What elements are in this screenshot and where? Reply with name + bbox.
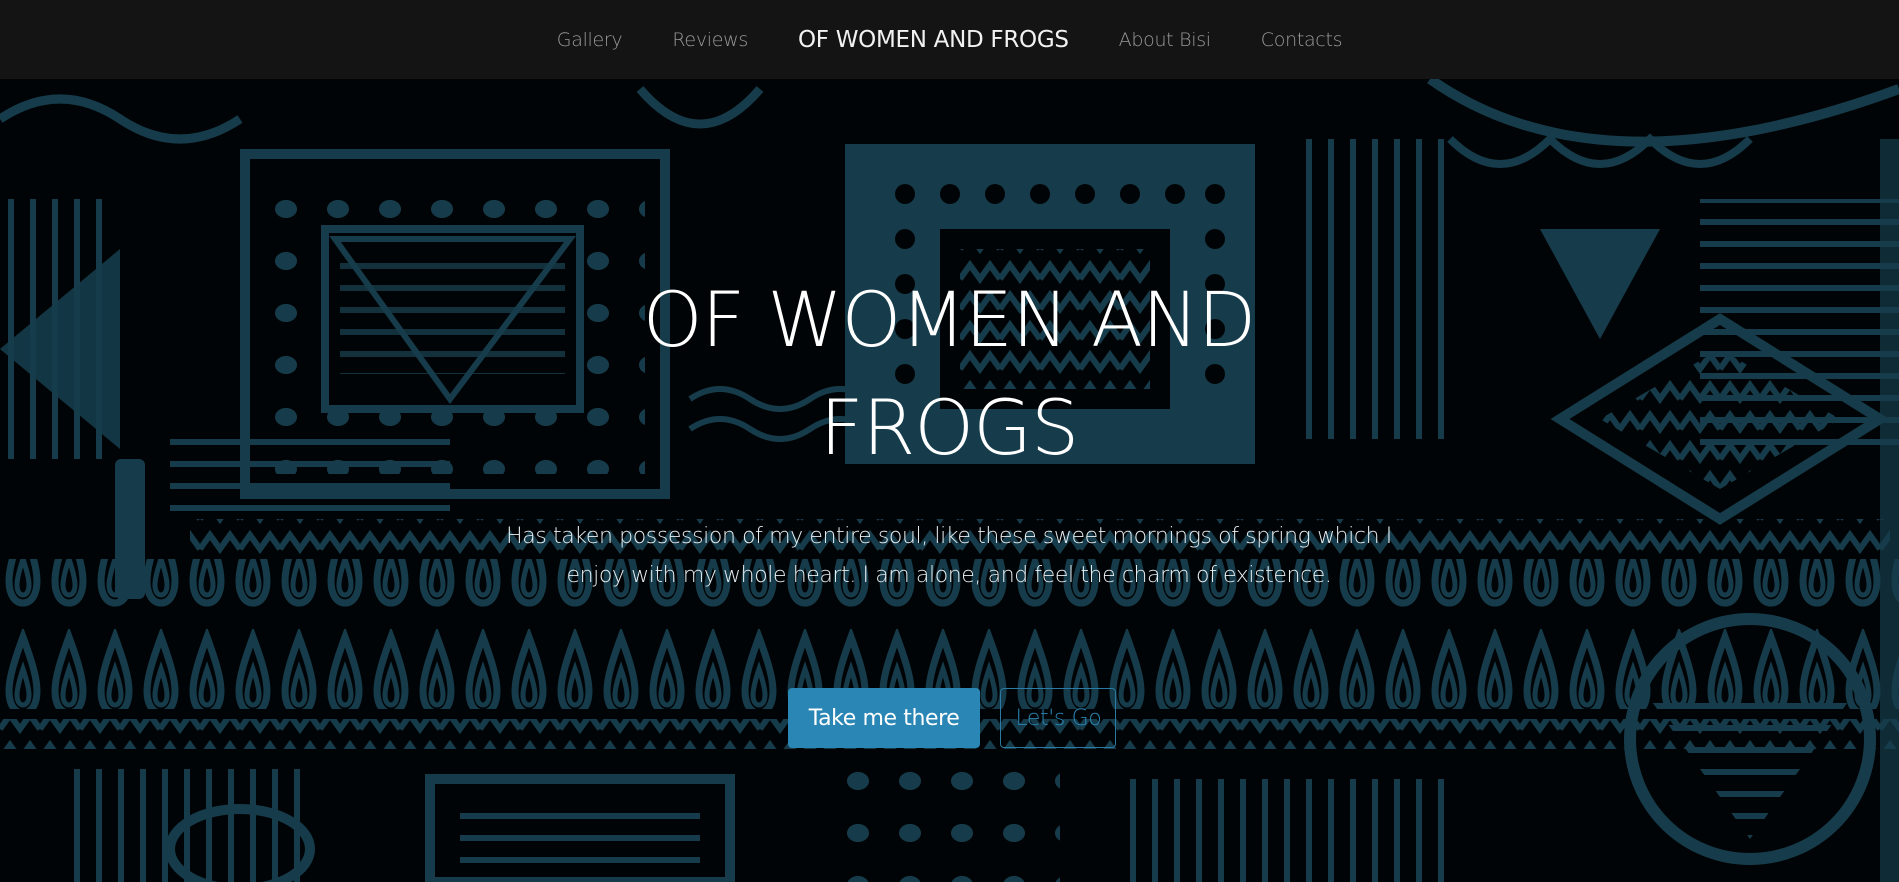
top-navbar: Gallery Reviews OF WOMEN AND FROGS About… xyxy=(0,0,1899,79)
nav-link-about-bisi[interactable]: About Bisi xyxy=(1094,29,1236,51)
hero-section: OF WOMEN AND FROGS Has taken possession o… xyxy=(0,79,1899,882)
hero-button-group: Take me there Let's Go xyxy=(0,688,1899,748)
nav-link-contacts[interactable]: Contacts xyxy=(1236,29,1367,51)
nav-links: Gallery Reviews OF WOMEN AND FROGS About… xyxy=(532,27,1367,53)
hero-description-line-1: Has taken possession of my entire soul, … xyxy=(506,524,1392,549)
hero-description: Has taken possession of my entire soul, … xyxy=(489,517,1409,595)
hero-title-line-1: OF WOMEN AND xyxy=(642,275,1257,364)
hero-title: OF WOMEN AND FROGS xyxy=(549,266,1349,482)
hero-content: OF WOMEN AND FROGS Has taken possession o… xyxy=(0,79,1899,882)
hero-title-line-2: FROGS xyxy=(819,383,1079,472)
hero-description-line-2: enjoy with my whole heart. I am alone, a… xyxy=(566,563,1332,588)
take-me-there-button[interactable]: Take me there xyxy=(787,688,981,748)
nav-link-reviews[interactable]: Reviews xyxy=(647,29,773,51)
lets-go-button[interactable]: Let's Go xyxy=(1000,688,1117,748)
nav-brand[interactable]: OF WOMEN AND FROGS xyxy=(773,27,1094,53)
nav-link-gallery[interactable]: Gallery xyxy=(532,29,648,51)
